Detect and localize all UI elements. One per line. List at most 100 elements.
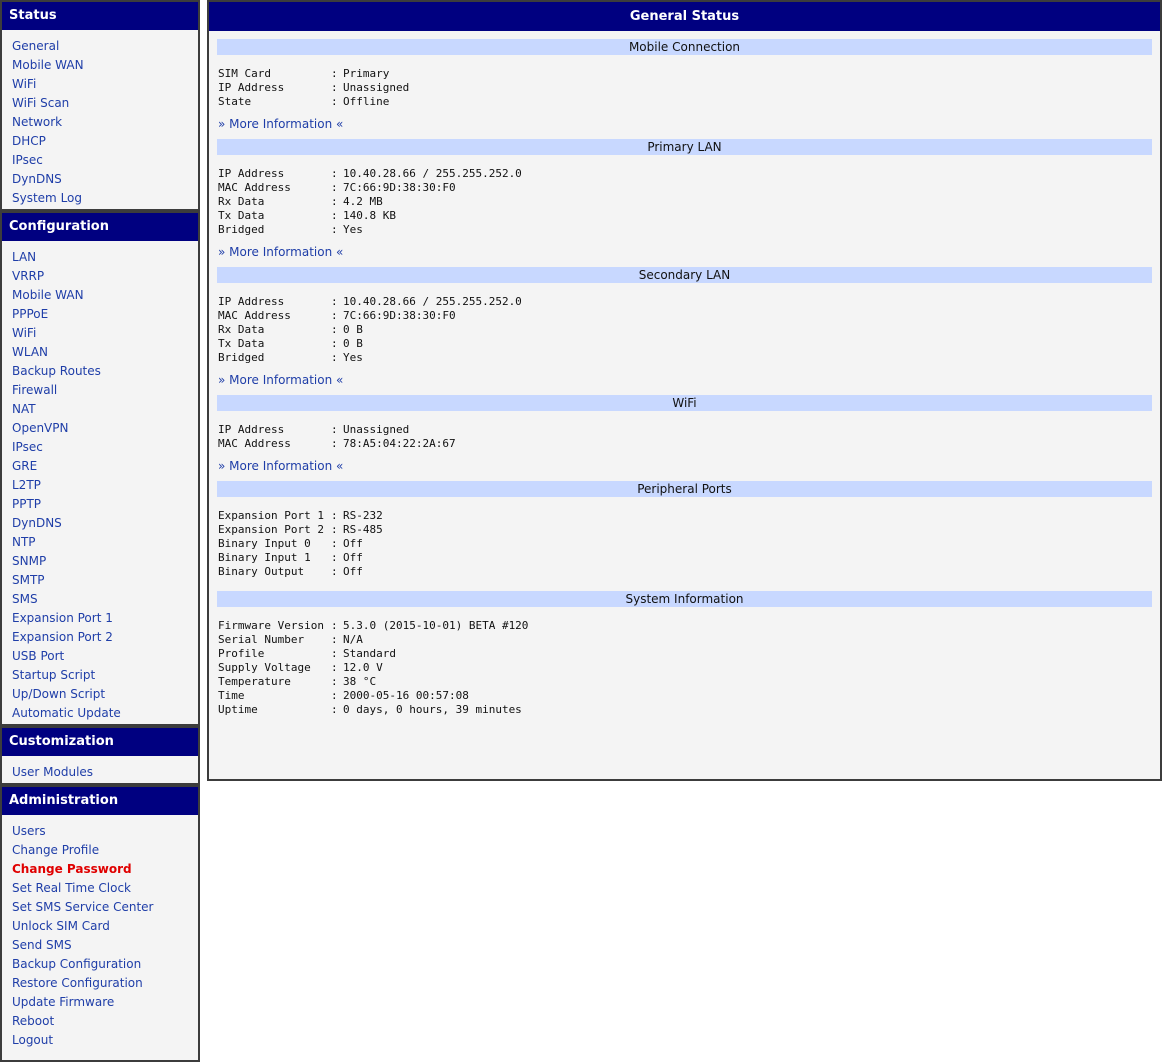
info-separator: : — [331, 323, 338, 336]
sidebar-item-vrrp[interactable]: VRRP — [2, 267, 198, 286]
sidebar-item-openvpn[interactable]: OpenVPN — [2, 419, 198, 438]
info-value: 12.0 V — [343, 661, 383, 674]
info-table: IP Address:10.40.28.66 / 255.255.252.0 MA… — [217, 155, 1152, 237]
info-value: 10.40.28.66 / 255.255.252.0 — [343, 295, 522, 308]
section-header-system-information: System Information — [217, 591, 1152, 607]
info-separator: : — [331, 703, 338, 716]
sidebar-item-l2tp[interactable]: L2TP — [2, 476, 198, 495]
sidebar-item-change-password[interactable]: Change Password — [2, 860, 198, 879]
sidebar-item-unlock-sim-card[interactable]: Unlock SIM Card — [2, 917, 198, 936]
info-separator: : — [331, 647, 338, 660]
sidebar-item-update-firmware[interactable]: Update Firmware — [2, 993, 198, 1012]
sidebar-section-title-status: Status — [2, 2, 198, 30]
sidebar-item-ipsec[interactable]: IPsec — [2, 151, 198, 170]
sidebar-item-snmp[interactable]: SNMP — [2, 552, 198, 571]
sidebar-section-title-customization: Customization — [2, 726, 198, 756]
sidebar-menu: Status General Mobile WAN WiFi WiFi Scan Netw… — [0, 0, 200, 1062]
info-value: Off — [343, 551, 363, 564]
sidebar-item-change-profile[interactable]: Change Profile — [2, 841, 198, 860]
info-row-expansion-port-1: Expansion Port 1: RS-232 — [218, 509, 1152, 523]
sidebar-item-pppoe[interactable]: PPPoE — [2, 305, 198, 324]
sidebar-item-expansion-port-1[interactable]: Expansion Port 1 — [2, 609, 198, 628]
info-row-temperature: Temperature:38 °C — [218, 675, 1152, 689]
sidebar-item-restore-configuration[interactable]: Restore Configuration — [2, 974, 198, 993]
more-information-link-primary-lan[interactable]: » More Information « — [217, 237, 343, 259]
info-row-profile: Profile: Standard — [218, 647, 1152, 661]
sidebar-item-expansion-port-2[interactable]: Expansion Port 2 — [2, 628, 198, 647]
sidebar-item-network[interactable]: Network — [2, 113, 198, 132]
info-value: N/A — [343, 633, 363, 646]
sidebar-item-set-sms-service-center[interactable]: Set SMS Service Center — [2, 898, 198, 917]
sidebar-section-title-administration: Administration — [2, 785, 198, 815]
info-key: Bridged — [218, 223, 265, 236]
info-value: RS-232 — [343, 509, 383, 522]
sidebar-item-wlan[interactable]: WLAN — [2, 343, 198, 362]
info-row-mac-address: MAC Address:7C:66:9D:38:30:F0 — [218, 309, 1152, 323]
sidebar-item-ntp[interactable]: NTP — [2, 533, 198, 552]
info-row-serial-number: Serial Number: N/A — [218, 633, 1152, 647]
info-key: Expansion Port 1 — [218, 509, 324, 522]
sidebar-item-dyndns[interactable]: DynDNS — [2, 170, 198, 189]
sidebar-item-dyndns[interactable]: DynDNS — [2, 514, 198, 533]
sidebar-item-sms[interactable]: SMS — [2, 590, 198, 609]
sidebar-item-usb-port[interactable]: USB Port — [2, 647, 198, 666]
info-value: 38 °C — [343, 675, 377, 688]
info-separator: : — [331, 437, 338, 450]
sidebar-item-pptp[interactable]: PPTP — [2, 495, 198, 514]
info-separator: : — [331, 689, 338, 702]
more-information-link-wifi[interactable]: » More Information « — [217, 451, 343, 473]
info-table: SIM Card: Primary IP Address: Unassigned Sta… — [217, 55, 1152, 109]
sidebar-item-startup-script[interactable]: Startup Script — [2, 666, 198, 685]
info-separator: : — [331, 661, 338, 674]
sidebar-item-dhcp[interactable]: DHCP — [2, 132, 198, 151]
sidebar-item-firewall[interactable]: Firewall — [2, 381, 198, 400]
sidebar-item-wifi[interactable]: WiFi — [2, 75, 198, 94]
sidebar-item-smtp[interactable]: SMTP — [2, 571, 198, 590]
sidebar-item-up-down-script[interactable]: Up/Down Script — [2, 685, 198, 704]
sidebar-item-user-modules[interactable]: User Modules — [2, 763, 198, 782]
sidebar-item-wifi[interactable]: WiFi — [2, 324, 198, 343]
info-separator: : — [331, 67, 338, 80]
sidebar-item-nat[interactable]: NAT — [2, 400, 198, 419]
sidebar-item-general[interactable]: General — [2, 37, 198, 56]
status-sections: Mobile Connection SIM Card: Primary IP Addr… — [209, 39, 1160, 717]
info-key: MAC Address — [218, 181, 291, 194]
section-wifi: WiFi IP Address: Unassigned MAC Address:78:… — [217, 395, 1152, 473]
info-key: IP Address — [218, 295, 285, 308]
sidebar-item-send-sms[interactable]: Send SMS — [2, 936, 198, 955]
info-value: Off — [343, 537, 363, 550]
sidebar-item-gre[interactable]: GRE — [2, 457, 198, 476]
info-table: IP Address: Unassigned MAC Address:78:A5:0… — [217, 411, 1152, 451]
info-key: Serial Number — [218, 633, 305, 646]
sidebar-item-system-log[interactable]: System Log — [2, 189, 198, 208]
sidebar-item-mobile-wan[interactable]: Mobile WAN — [2, 286, 198, 305]
more-information-link-secondary-lan[interactable]: » More Information « — [217, 365, 343, 387]
section-header-mobile-connection: Mobile Connection — [217, 39, 1152, 55]
more-information-link-mobile-connection[interactable]: » More Information « — [217, 109, 343, 131]
sidebar-item-users[interactable]: Users — [2, 822, 198, 841]
info-row-binary-output: Binary Output: Off — [218, 565, 1152, 579]
info-separator: : — [331, 537, 338, 550]
info-value: 140.8 KB — [343, 209, 396, 222]
info-key: Uptime — [218, 703, 258, 716]
sidebar-item-automatic-update[interactable]: Automatic Update — [2, 704, 198, 723]
sidebar-item-logout[interactable]: Logout — [2, 1031, 198, 1050]
sidebar-item-wifi-scan[interactable]: WiFi Scan — [2, 94, 198, 113]
sidebar-item-backup-routes[interactable]: Backup Routes — [2, 362, 198, 381]
sidebar-item-ipsec[interactable]: IPsec — [2, 438, 198, 457]
sidebar-list-configuration: LAN VRRP Mobile WAN PPPoE WiFi WLAN Backup Rou… — [2, 241, 198, 726]
info-separator: : — [331, 295, 338, 308]
sidebar-item-lan[interactable]: LAN — [2, 248, 198, 267]
info-separator: : — [331, 423, 338, 436]
sidebar-item-reboot[interactable]: Reboot — [2, 1012, 198, 1031]
sidebar-item-mobile-wan[interactable]: Mobile WAN — [2, 56, 198, 75]
sidebar-item-set-real-time-clock[interactable]: Set Real Time Clock — [2, 879, 198, 898]
sidebar-item-backup-configuration[interactable]: Backup Configuration — [2, 955, 198, 974]
info-row-tx-data: Tx Data:0 B — [218, 337, 1152, 351]
info-separator: : — [331, 675, 338, 688]
info-separator: : — [331, 309, 338, 322]
info-key: Rx Data — [218, 195, 265, 208]
info-row-mac-address: MAC Address:7C:66:9D:38:30:F0 — [218, 181, 1152, 195]
info-key: MAC Address — [218, 309, 291, 322]
section-secondary-lan: Secondary LAN IP Address:10.40.28.66 / 25… — [217, 267, 1152, 387]
